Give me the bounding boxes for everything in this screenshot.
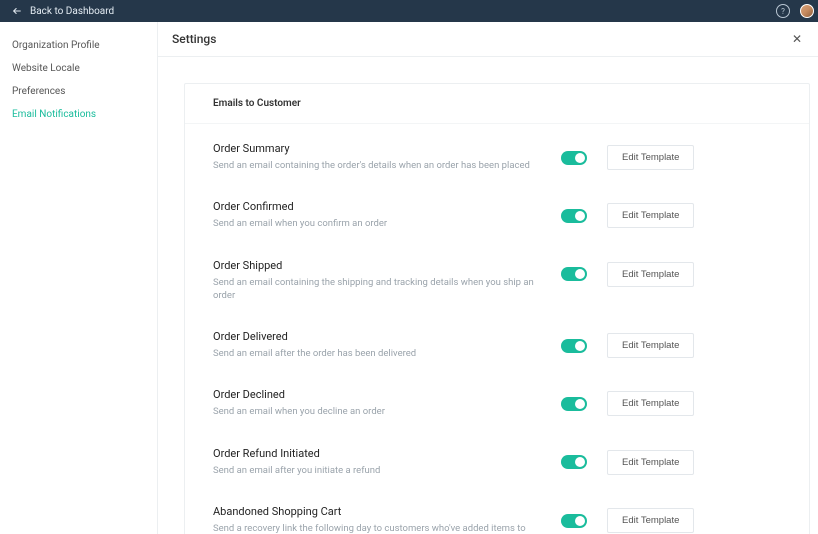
edit-template-button[interactable]: Edit Template xyxy=(607,203,694,228)
row-controls: Edit Template xyxy=(561,330,694,358)
row-desc: Send an email when you decline an order xyxy=(213,405,545,418)
row-info: Order Refund Initiated Send an email aft… xyxy=(213,447,561,477)
row-title: Order Declined xyxy=(213,388,545,401)
page-title: Settings xyxy=(172,32,216,46)
main-header: Settings ✕ xyxy=(158,22,818,57)
email-rows: Order Summary Send an email containing t… xyxy=(185,124,809,534)
emails-card: Emails to Customer Order Summary Send an… xyxy=(184,83,810,534)
row-title: Order Refund Initiated xyxy=(213,447,545,460)
row-info: Order Confirmed Send an email when you c… xyxy=(213,200,561,230)
toggle-switch[interactable] xyxy=(561,267,587,281)
sidebar-item-website-locale[interactable]: Website Locale xyxy=(0,57,157,80)
back-label: Back to Dashboard xyxy=(30,6,114,17)
edit-template-button[interactable]: Edit Template xyxy=(607,450,694,475)
row-info: Order Declined Send an email when you de… xyxy=(213,388,561,418)
row-info: Abandoned Shopping Cart Send a recovery … xyxy=(213,505,561,534)
avatar[interactable] xyxy=(800,4,814,18)
row-title: Order Summary xyxy=(213,142,545,155)
sidebar-item-preferences[interactable]: Preferences xyxy=(0,80,157,103)
layout: Organization Profile Website Locale Pref… xyxy=(0,22,818,534)
email-row: Order Shipped Send an email containing t… xyxy=(213,241,781,313)
toggle-switch[interactable] xyxy=(561,339,587,353)
row-title: Order Shipped xyxy=(213,259,545,272)
toggle-switch[interactable] xyxy=(561,514,587,528)
toggle-switch[interactable] xyxy=(561,397,587,411)
main: Settings ✕ Emails to Customer Order Summ… xyxy=(158,22,818,534)
edit-template-button[interactable]: Edit Template xyxy=(607,333,694,358)
toggle-switch[interactable] xyxy=(561,209,587,223)
row-desc: Send an email containing the shipping an… xyxy=(213,276,545,303)
sidebar-item-email-notifications[interactable]: Email Notifications xyxy=(0,103,157,126)
back-to-dashboard[interactable]: Back to Dashboard xyxy=(12,6,114,17)
email-row: Order Delivered Send an email after the … xyxy=(213,312,781,370)
row-controls: Edit Template xyxy=(561,505,694,533)
row-desc: Send a recovery link the following day t… xyxy=(213,522,545,534)
content: Emails to Customer Order Summary Send an… xyxy=(158,57,818,534)
email-row: Order Summary Send an email containing t… xyxy=(213,124,781,182)
row-desc: Send an email containing the order's det… xyxy=(213,159,545,172)
edit-template-button[interactable]: Edit Template xyxy=(607,262,694,287)
email-row: Abandoned Shopping Cart Send a recovery … xyxy=(213,487,781,534)
sidebar: Organization Profile Website Locale Pref… xyxy=(0,22,158,534)
row-controls: Edit Template xyxy=(561,200,694,228)
row-desc: Send an email after you initiate a refun… xyxy=(213,464,545,477)
close-icon[interactable]: ✕ xyxy=(790,32,804,46)
edit-template-button[interactable]: Edit Template xyxy=(607,145,694,170)
row-desc: Send an email when you confirm an order xyxy=(213,217,545,230)
email-row: Order Refund Initiated Send an email aft… xyxy=(213,429,781,487)
edit-template-button[interactable]: Edit Template xyxy=(607,391,694,416)
toggle-switch[interactable] xyxy=(561,151,587,165)
row-controls: Edit Template xyxy=(561,259,694,287)
row-info: Order Delivered Send an email after the … xyxy=(213,330,561,360)
row-title: Order Confirmed xyxy=(213,200,545,213)
email-row: Order Declined Send an email when you de… xyxy=(213,370,781,428)
topbar-right: ? xyxy=(776,4,806,18)
row-controls: Edit Template xyxy=(561,388,694,416)
row-desc: Send an email after the order has been d… xyxy=(213,347,545,360)
row-info: Order Summary Send an email containing t… xyxy=(213,142,561,172)
row-controls: Edit Template xyxy=(561,142,694,170)
sidebar-item-organization-profile[interactable]: Organization Profile xyxy=(0,34,157,57)
toggle-switch[interactable] xyxy=(561,455,587,469)
email-row: Order Confirmed Send an email when you c… xyxy=(213,182,781,240)
row-title: Order Delivered xyxy=(213,330,545,343)
section-title: Emails to Customer xyxy=(185,84,809,124)
help-icon[interactable]: ? xyxy=(776,4,790,18)
row-controls: Edit Template xyxy=(561,447,694,475)
edit-template-button[interactable]: Edit Template xyxy=(607,508,694,533)
row-info: Order Shipped Send an email containing t… xyxy=(213,259,561,303)
topbar: Back to Dashboard ? xyxy=(0,0,818,22)
row-title: Abandoned Shopping Cart xyxy=(213,505,545,518)
arrow-left-icon xyxy=(12,6,22,16)
